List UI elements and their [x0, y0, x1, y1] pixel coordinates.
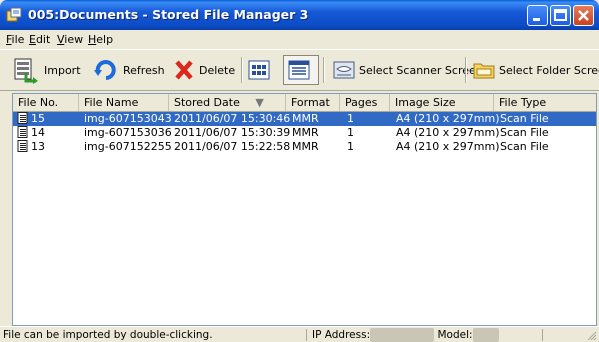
- cell-image-size: A4 (210 x 297mm): [396, 140, 500, 153]
- cell-stored-date: 2011/06/07 15:30:46: [174, 112, 291, 125]
- menu-help[interactable]: Help: [88, 33, 113, 46]
- delete-button[interactable]: Delete: [173, 55, 235, 85]
- folder-icon: [473, 63, 495, 79]
- menu-accelerator: H: [88, 33, 97, 46]
- col-stored-date[interactable]: Stored Date ▼: [169, 94, 286, 111]
- cell-pages: 1: [347, 112, 354, 125]
- cell-file-name: img-607152255: [84, 140, 172, 153]
- select-folder-label: Select Folder Screen: [499, 63, 599, 77]
- table-row[interactable]: 14 img-607153036 2011/06/07 15:30:39 MMR…: [13, 126, 596, 140]
- select-scanner-button[interactable]: Select Scanner Screen: [333, 55, 483, 85]
- cell-file-name: img-607153043: [84, 112, 172, 125]
- refresh-label: Refresh: [123, 63, 165, 77]
- cell-file-name: img-607153036: [84, 126, 172, 139]
- menu-view[interactable]: View: [57, 33, 83, 46]
- cell-file-type: Scan File: [500, 126, 549, 139]
- import-icon: [14, 58, 38, 84]
- col-pages[interactable]: Pages: [340, 94, 390, 111]
- scanner-icon: [333, 61, 355, 79]
- cell-format: MMR: [292, 140, 319, 153]
- cell-file-no: 13: [17, 140, 45, 154]
- select-folder-button[interactable]: Select Folder Screen: [473, 55, 599, 85]
- window-title: 005:Documents - Stored File Manager 3: [28, 7, 309, 22]
- col-file-no[interactable]: File No.: [13, 94, 79, 111]
- app-icon: [6, 7, 23, 23]
- cell-file-type: Scan File: [500, 112, 549, 125]
- cell-format: MMR: [292, 126, 319, 139]
- col-image-size[interactable]: Image Size: [390, 94, 494, 111]
- title-bar[interactable]: 005:Documents - Stored File Manager 3: [0, 0, 599, 30]
- cell-image-size: A4 (210 x 297mm): [396, 126, 500, 139]
- maximize-icon: [554, 9, 567, 21]
- minimize-button[interactable]: [527, 5, 548, 26]
- status-bar: File can be imported by double-clicking.…: [0, 326, 599, 342]
- ip-label: IP Address:: [312, 329, 371, 341]
- menu-accelerator: F: [6, 33, 12, 46]
- delete-label: Delete: [199, 63, 236, 77]
- cell-pages: 1: [347, 126, 354, 139]
- close-icon: [578, 10, 589, 21]
- toolbar-separator: [323, 57, 325, 83]
- table-row[interactable]: 15 img-607153043 2011/06/07 15:30:46 MMR…: [13, 112, 596, 126]
- list-header: File No. File Name Stored Date ▼ Format …: [13, 94, 596, 112]
- cell-pages: 1: [347, 140, 354, 153]
- details-view-icon: [288, 60, 310, 80]
- col-stored-date-label: Stored Date: [174, 96, 240, 109]
- cell-stored-date: 2011/06/07 15:30:39: [174, 126, 291, 139]
- toolbar-separator: [465, 57, 467, 83]
- redacted-ip: [370, 328, 435, 342]
- cell-file-no: 15: [17, 112, 45, 126]
- menu-accelerator: E: [29, 33, 36, 46]
- refresh-icon: [94, 60, 116, 80]
- sort-descending-icon: ▼: [255, 96, 264, 109]
- status-ip: IP Address: Model:: [312, 328, 499, 342]
- menu-edit[interactable]: Edit: [29, 33, 50, 46]
- app-window: 005:Documents - Stored File Manager 3 Fi…: [0, 0, 599, 342]
- import-button[interactable]: Import: [12, 55, 81, 85]
- cell-format: MMR: [292, 112, 319, 125]
- thumbnail-view-icon: [248, 60, 270, 80]
- status-divider: [306, 329, 307, 341]
- cell-image-size: A4 (210 x 297mm): [396, 112, 500, 125]
- cell-file-type: Scan File: [500, 140, 549, 153]
- menu-file[interactable]: File: [6, 33, 24, 46]
- toolbar: Import Refresh Delete Select Scanner Scr…: [0, 49, 599, 91]
- toolbar-separator: [241, 57, 243, 83]
- redacted-model: [472, 328, 499, 342]
- status-hint: File can be imported by double-clicking.: [3, 329, 213, 341]
- details-view-button[interactable]: [283, 55, 319, 85]
- import-label: Import: [44, 63, 81, 77]
- close-button[interactable]: [573, 5, 594, 26]
- document-icon: [17, 112, 28, 124]
- document-icon: [17, 140, 28, 152]
- thumbnail-view-button[interactable]: [248, 55, 274, 85]
- minimize-icon: [533, 18, 540, 21]
- cell-stored-date: 2011/06/07 15:22:58: [174, 140, 291, 153]
- menu-bar: File Edit View Help: [0, 30, 599, 49]
- maximize-button[interactable]: [550, 5, 571, 26]
- delete-icon: [175, 60, 193, 80]
- col-format[interactable]: Format: [286, 94, 340, 111]
- status-divider: [542, 329, 543, 341]
- document-icon: [17, 126, 28, 138]
- menu-accelerator: V: [57, 33, 65, 46]
- col-file-type[interactable]: File Type: [494, 94, 596, 111]
- cell-file-no: 14: [17, 126, 45, 140]
- col-file-name[interactable]: File Name: [79, 94, 169, 111]
- model-label: Model:: [437, 329, 473, 341]
- table-row[interactable]: 13 img-607152255 2011/06/07 15:22:58 MMR…: [13, 140, 596, 154]
- resize-grip-icon[interactable]: [587, 331, 597, 341]
- refresh-button[interactable]: Refresh: [93, 55, 165, 85]
- file-list[interactable]: File No. File Name Stored Date ▼ Format …: [12, 93, 597, 326]
